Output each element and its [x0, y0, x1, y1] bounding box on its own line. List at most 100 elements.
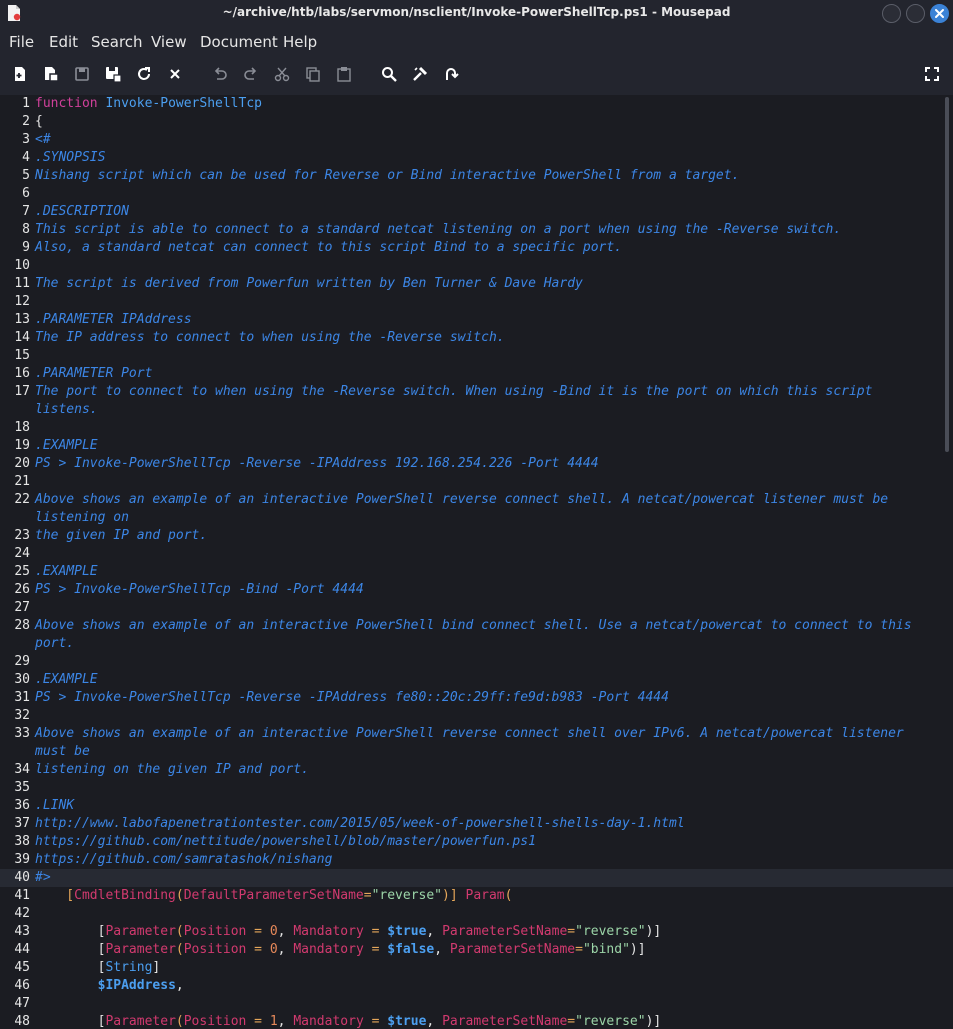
- code-line[interactable]: 7 .DESCRIPTION: [0, 203, 953, 221]
- save-icon[interactable]: [73, 65, 91, 83]
- code-line[interactable]: 24: [0, 545, 953, 563]
- code-text: The IP address to connect to when using …: [35, 329, 941, 347]
- code-line[interactable]: 27: [0, 599, 953, 617]
- code-line[interactable]: 13 .PARAMETER IPAddress: [0, 311, 953, 329]
- find-replace-icon[interactable]: [411, 65, 429, 83]
- code-token: ParameterSetName: [442, 1014, 568, 1029]
- code-line[interactable]: 39 https://github.com/samratashok/nishang: [0, 851, 953, 869]
- code-line[interactable]: 30 .EXAMPLE: [0, 671, 953, 689]
- line-number: 27: [14, 600, 30, 615]
- code-line[interactable]: 4 .SYNOPSIS: [0, 149, 953, 167]
- menu-search[interactable]: Search: [91, 33, 143, 51]
- copy-icon[interactable]: [304, 65, 322, 83]
- code-line[interactable]: 12: [0, 293, 953, 311]
- code-line[interactable]: 6: [0, 185, 953, 203]
- code-token: ,: [426, 924, 443, 939]
- code-text: {: [35, 113, 941, 131]
- undo-icon[interactable]: [211, 65, 229, 83]
- new-document-icon[interactable]: [11, 65, 29, 83]
- code-line[interactable]: 1 function Invoke-PowerShellTcp: [0, 95, 953, 113]
- code-line[interactable]: 21: [0, 473, 953, 491]
- cut-icon[interactable]: [273, 65, 291, 83]
- vertical-scrollbar[interactable]: [945, 97, 949, 452]
- code-line[interactable]: 14 The IP address to connect to when usin…: [0, 329, 953, 347]
- code-line[interactable]: 10: [0, 257, 953, 275]
- code-line[interactable]: 15: [0, 347, 953, 365]
- line-number: 6: [22, 186, 30, 201]
- code-line[interactable]: 41 [CmdletBinding(DefaultParameterSetNam…: [0, 887, 953, 905]
- code-line[interactable]: 23 the given IP and port.: [0, 527, 953, 545]
- menu-document[interactable]: Document: [200, 33, 278, 51]
- code-row: 1 function Invoke-PowerShellTcp: [0, 95, 953, 113]
- fullscreen-icon[interactable]: [923, 65, 941, 83]
- code-token: {: [35, 114, 43, 129]
- code-line[interactable]: 32: [0, 707, 953, 725]
- close-window-button[interactable]: [930, 4, 949, 23]
- code-line[interactable]: 5 Nishang script which can be used for Re…: [0, 167, 953, 185]
- redo-icon[interactable]: [242, 65, 260, 83]
- code-line[interactable]: 40 #>: [0, 869, 953, 887]
- code-line[interactable]: 34 listening on the given IP and port.: [0, 761, 953, 779]
- code-row: 16 .PARAMETER Port: [0, 365, 953, 383]
- goto-line-icon[interactable]: [442, 65, 460, 83]
- text-editor[interactable]: 1 function Invoke-PowerShellTcp 2{3 <# 4 .SYN…: [0, 95, 953, 1029]
- code-line[interactable]: 18: [0, 419, 953, 437]
- code-token: This script is able to connect to a stan…: [35, 222, 842, 237]
- line-number: 21: [14, 474, 30, 489]
- code-line[interactable]: 19 .EXAMPLE: [0, 437, 953, 455]
- code-row: 41 [CmdletBinding(DefaultParameterSetNam…: [0, 887, 953, 905]
- code-token: Position: [183, 924, 247, 939]
- code-line[interactable]: 11 The script is derived from Powerfun wr…: [0, 275, 953, 293]
- menu-edit[interactable]: Edit: [49, 33, 78, 51]
- code-line[interactable]: 43 [Parameter(Position = 0, Mandatory = …: [0, 923, 953, 941]
- code-token: .EXAMPLE: [35, 672, 98, 687]
- code-line[interactable]: 2{: [0, 113, 953, 131]
- line-number: 41: [14, 888, 30, 903]
- code-line[interactable]: 29: [0, 653, 953, 671]
- code-line[interactable]: 48 [Parameter(Position = 1, Mandatory = …: [0, 1013, 953, 1029]
- code-line[interactable]: 22 Above shows an example of an interacti…: [0, 491, 953, 527]
- menu-file[interactable]: File: [9, 33, 34, 51]
- menu-help[interactable]: Help: [283, 33, 317, 51]
- code-token: ,: [426, 1014, 443, 1029]
- code-line[interactable]: 33 Above shows an example of an interacti…: [0, 725, 953, 761]
- save-as-icon[interactable]: [104, 65, 122, 83]
- code-line[interactable]: 16 .PARAMETER Port: [0, 365, 953, 383]
- menu-view[interactable]: View: [151, 33, 187, 51]
- code-line[interactable]: 31 PS > Invoke-PowerShellTcp -Reverse -IP…: [0, 689, 953, 707]
- code-token: =: [363, 924, 388, 939]
- code-line[interactable]: 36 .LINK: [0, 797, 953, 815]
- code-line[interactable]: 20 PS > Invoke-PowerShellTcp -Reverse -IP…: [0, 455, 953, 473]
- code-line[interactable]: 25 .EXAMPLE: [0, 563, 953, 581]
- code-line[interactable]: 3 <#: [0, 131, 953, 149]
- code-area[interactable]: 1 function Invoke-PowerShellTcp 2{3 <# 4 .SYN…: [0, 95, 953, 1029]
- code-row: 13 .PARAMETER IPAddress: [0, 311, 953, 329]
- reload-icon[interactable]: [135, 65, 153, 83]
- close-tab-icon[interactable]: [166, 65, 184, 83]
- code-line[interactable]: 28 Above shows an example of an interacti…: [0, 617, 953, 653]
- code-line[interactable]: 17 The port to connect to when using the …: [0, 383, 953, 419]
- code-line[interactable]: 45 [String]: [0, 959, 953, 977]
- code-line[interactable]: 44 [Parameter(Position = 0, Mandatory = …: [0, 941, 953, 959]
- minimize-button[interactable]: [882, 4, 901, 23]
- code-line[interactable]: 46 $IPAddress,: [0, 977, 953, 995]
- code-text: Above shows an example of an interactive…: [35, 491, 941, 509]
- find-icon[interactable]: [380, 65, 398, 83]
- code-line[interactable]: 8 This script is able to connect to a sta…: [0, 221, 953, 239]
- code-row: 5 Nishang script which can be used for Re…: [0, 167, 953, 185]
- code-line[interactable]: 42: [0, 905, 953, 923]
- maximize-button[interactable]: [906, 4, 925, 23]
- code-line[interactable]: 37 http://www.labofapenetrationtester.com…: [0, 815, 953, 833]
- code-line[interactable]: 9 Also, a standard netcat can connect to …: [0, 239, 953, 257]
- code-text: [String]: [35, 959, 941, 977]
- code-token: PS > Invoke-PowerShellTcp -Bind -Port 44…: [35, 582, 364, 597]
- new-window-icon[interactable]: [42, 65, 60, 83]
- paste-icon[interactable]: [335, 65, 353, 83]
- code-text: PS > Invoke-PowerShellTcp -Bind -Port 44…: [35, 581, 941, 599]
- code-line[interactable]: 47: [0, 995, 953, 1013]
- code-row: 15: [0, 347, 953, 365]
- code-line[interactable]: 26 PS > Invoke-PowerShellTcp -Bind -Port …: [0, 581, 953, 599]
- code-token: "reverse": [575, 1014, 646, 1029]
- code-line[interactable]: 38 https://github.com/nettitude/powershel…: [0, 833, 953, 851]
- code-line[interactable]: 35: [0, 779, 953, 797]
